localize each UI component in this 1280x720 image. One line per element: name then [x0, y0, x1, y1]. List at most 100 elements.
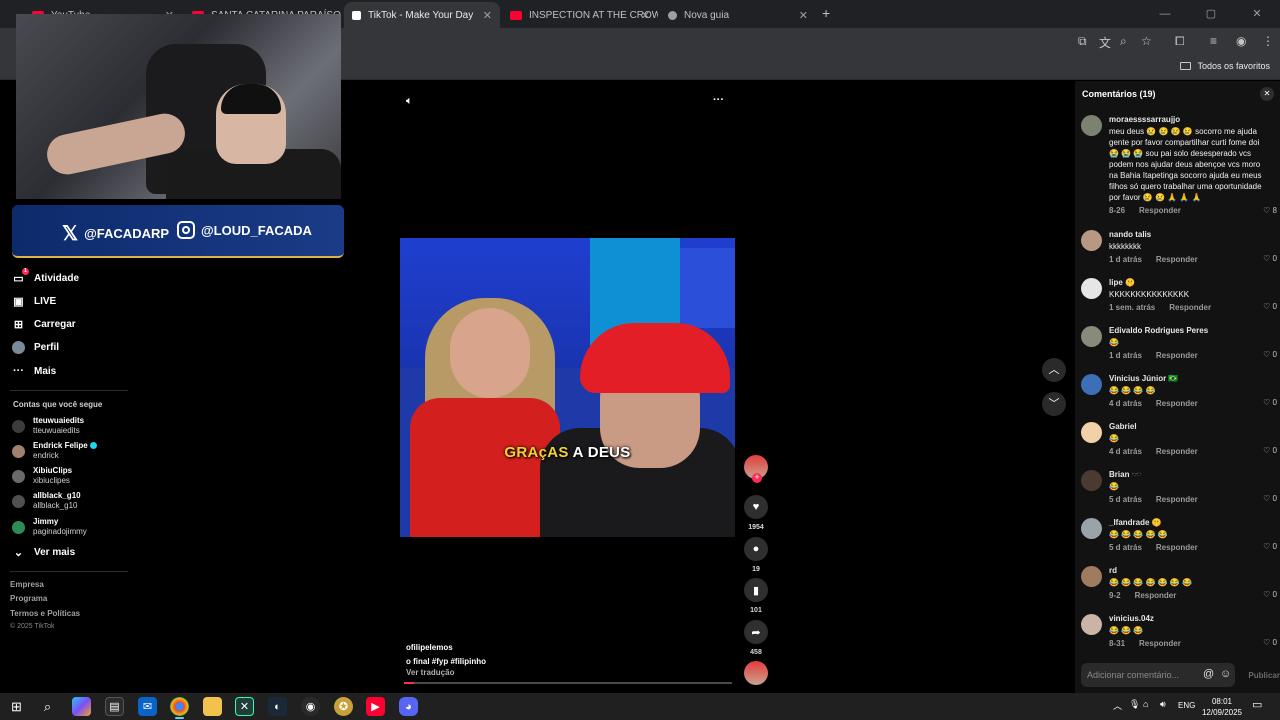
comment-user[interactable]: rd: [1109, 566, 1269, 575]
footer-link-program[interactable]: Programa: [10, 594, 47, 603]
tray-chevron-icon[interactable]: ︿: [1113, 699, 1122, 712]
avatar[interactable]: [1081, 470, 1102, 491]
comment-like[interactable]: ♡ 0: [1263, 590, 1277, 599]
comment-user[interactable]: vinicius.04z: [1109, 614, 1269, 623]
sound-avatar-button[interactable]: [743, 661, 769, 685]
nav-more[interactable]: ··· Mais: [12, 365, 56, 377]
extensions-icon[interactable]: ⧠: [1175, 34, 1185, 49]
comment-user[interactable]: Brian 🕶️: [1109, 470, 1269, 479]
comment-like[interactable]: ♡ 0: [1263, 398, 1277, 407]
following-account[interactable]: allblack_g10 allblack_g10: [12, 491, 81, 511]
comment-like[interactable]: ♡ 0: [1263, 350, 1277, 359]
comment-like[interactable]: ♡ 0: [1263, 638, 1277, 647]
footer-link-terms[interactable]: Termos e Políticas: [10, 609, 80, 618]
comment-like[interactable]: ♡ 0: [1263, 494, 1277, 503]
avatar[interactable]: [1081, 115, 1102, 136]
obs-icon[interactable]: ◉: [301, 697, 320, 716]
microphone-icon[interactable]: 🎙︎: [1129, 699, 1140, 710]
close-window-icon[interactable]: ✕: [1234, 0, 1280, 28]
video-author[interactable]: ofilipelemos: [406, 643, 486, 652]
comment-button[interactable]: ● 19: [743, 537, 769, 573]
menu-icon[interactable]: ⋮: [1262, 34, 1274, 48]
avatar[interactable]: [1081, 230, 1102, 251]
following-account[interactable]: Endrick Felipe endrick: [12, 441, 97, 461]
steam-icon[interactable]: ◐: [268, 697, 287, 716]
avatar[interactable]: [1081, 518, 1102, 539]
terminal-icon[interactable]: ✕: [235, 697, 254, 716]
close-comments-button[interactable]: ✕: [1260, 87, 1274, 101]
copilot-icon[interactable]: [72, 697, 91, 716]
share-button[interactable]: ➦ 458: [743, 620, 769, 656]
translate-icon[interactable]: 文: [1099, 34, 1111, 51]
star-icon[interactable]: ☆: [1141, 34, 1152, 48]
see-more-button[interactable]: ⌄ Ver mais: [12, 546, 75, 559]
next-video-button[interactable]: ﹀: [1042, 392, 1066, 416]
previous-video-button[interactable]: ︿: [1042, 358, 1066, 382]
see-translation-link[interactable]: Ver tradução: [406, 668, 486, 677]
comment-user[interactable]: Edivaldo Rodrigues Peres: [1109, 326, 1269, 335]
comment-user[interactable]: _lfandrade 🤫: [1109, 518, 1269, 527]
reply-button[interactable]: Responder: [1156, 399, 1198, 408]
all-bookmarks-folder[interactable]: Todos os favoritos: [1180, 61, 1270, 71]
comment-like[interactable]: ♡ 0: [1263, 542, 1277, 551]
comment-like[interactable]: ♡ 0: [1263, 446, 1277, 455]
discord-icon[interactable]: ◕: [399, 697, 418, 716]
avatar[interactable]: [1081, 326, 1102, 347]
youtube-icon[interactable]: ▶: [366, 697, 385, 716]
network-icon[interactable]: ⌂: [1143, 699, 1148, 709]
nav-live[interactable]: ▣ LIVE: [12, 295, 56, 308]
footer-link-company[interactable]: Empresa: [10, 580, 44, 589]
close-icon[interactable]: ✕: [641, 9, 650, 22]
profile-icon[interactable]: ◉: [1236, 34, 1246, 48]
more-options-icon[interactable]: ···: [713, 94, 724, 106]
new-tab-button[interactable]: +: [822, 5, 830, 21]
save-button[interactable]: ▮ 101: [743, 578, 769, 614]
reply-button[interactable]: Responder: [1135, 591, 1177, 600]
nav-activity[interactable]: ▭ 1 Atividade: [12, 268, 79, 285]
reply-button[interactable]: Responder: [1169, 303, 1211, 312]
comment-like[interactable]: ♡ 0: [1263, 254, 1277, 263]
reply-button[interactable]: Responder: [1139, 206, 1181, 215]
mention-icon[interactable]: @: [1203, 668, 1214, 680]
like-button[interactable]: ♥ 1954: [743, 495, 769, 531]
tab-tiktok[interactable]: TikTok - Make Your Day ✕: [344, 2, 500, 28]
following-account[interactable]: tteuwuaiedits tteuwuaiedits: [12, 416, 84, 436]
comment-like[interactable]: ♡ 8: [1263, 206, 1277, 215]
outlook-icon[interactable]: ✉: [138, 697, 157, 716]
reply-button[interactable]: Responder: [1156, 447, 1198, 456]
tab-new[interactable]: Nova guia ✕: [660, 2, 816, 28]
reading-list-icon[interactable]: ≡: [1210, 34, 1217, 48]
avatar[interactable]: [1081, 614, 1102, 635]
reply-button[interactable]: Responder: [1156, 255, 1198, 264]
volume-icon[interactable]: 🔈︎: [406, 95, 413, 108]
comment-user[interactable]: moraessssarraujjo: [1109, 115, 1269, 124]
comment-like[interactable]: ♡ 0: [1263, 302, 1277, 311]
system-clock[interactable]: 08:01 12/09/2025: [1202, 696, 1242, 718]
microsoft-store-icon[interactable]: ▤: [105, 697, 124, 716]
file-explorer-icon[interactable]: [203, 697, 222, 716]
chrome-icon[interactable]: [170, 697, 189, 719]
comment-user[interactable]: nando talis: [1109, 230, 1269, 239]
maximize-icon[interactable]: ▢: [1188, 0, 1234, 28]
nav-profile[interactable]: Perfil: [12, 341, 59, 354]
reply-button[interactable]: Responder: [1156, 351, 1198, 360]
emoji-icon[interactable]: ☺: [1220, 668, 1231, 680]
game-launcher-icon[interactable]: ✪: [334, 697, 353, 716]
comment-user[interactable]: Vinicius Júnior 🇧🇷: [1109, 374, 1269, 383]
notification-icon[interactable]: ▭: [1252, 698, 1262, 711]
publish-button[interactable]: Publicar: [1248, 671, 1280, 680]
comment-user[interactable]: Gabriel: [1109, 422, 1269, 431]
windows-start-icon[interactable]: ⊞: [7, 697, 26, 716]
close-icon[interactable]: ✕: [799, 9, 808, 22]
avatar[interactable]: [1081, 566, 1102, 587]
reply-button[interactable]: Responder: [1139, 639, 1181, 648]
avatar[interactable]: [1081, 278, 1102, 299]
language-indicator[interactable]: ENG: [1178, 701, 1195, 710]
tab-inspection[interactable]: INSPECTION AT THE CROWDED ✕: [502, 2, 658, 28]
reply-button[interactable]: Responder: [1156, 543, 1198, 552]
zoom-icon[interactable]: ⌕: [1120, 34, 1127, 49]
follow-plus-icon[interactable]: +: [752, 473, 762, 483]
volume-icon[interactable]: 🔊︎: [1160, 699, 1166, 710]
video-player[interactable]: GRAçAS A DEUS: [400, 238, 735, 537]
close-icon[interactable]: ✕: [483, 9, 492, 22]
